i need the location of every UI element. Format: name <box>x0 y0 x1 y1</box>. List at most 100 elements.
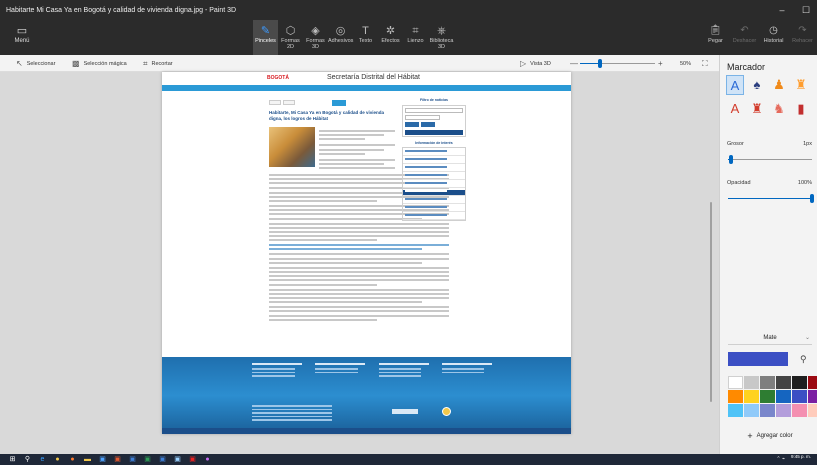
color-swatch[interactable] <box>808 404 817 417</box>
paste-icon: 📋︎ <box>709 25 722 36</box>
canvas-icon: ⌗ <box>412 25 419 37</box>
color-swatch[interactable] <box>728 404 743 417</box>
tool-shapes-3d[interactable]: ◈ Formas 3D <box>303 20 328 55</box>
outlook-icon[interactable]: ▣ <box>158 455 167 464</box>
tool-library-3d[interactable]: ⎈ Biblioteca 3D <box>428 20 455 55</box>
minimize-icon[interactable]: – <box>775 5 789 15</box>
canvas-area[interactable]: BOGOTÁ Secretaría Distrital del Hábitat … <box>0 72 719 454</box>
canvas-image[interactable]: BOGOTÁ Secretaría Distrital del Hábitat … <box>162 72 571 434</box>
brush-panel: Marcador A ♠ ♟ ♜ A ♜ ♞ ▮ Grosor 1px Opac… <box>719 55 817 454</box>
color-swatch[interactable] <box>760 404 775 417</box>
excel-icon[interactable]: ▣ <box>143 455 152 464</box>
search-icon[interactable]: ⚲ <box>23 455 32 464</box>
pencil-icon[interactable]: ♜ <box>748 99 766 119</box>
color-swatch[interactable] <box>760 376 775 389</box>
opacidad-slider-thumb[interactable] <box>810 194 814 203</box>
store-icon[interactable]: ▣ <box>98 455 107 464</box>
pixel-pen-icon[interactable]: A <box>726 99 744 119</box>
crop-icon: ⌗ <box>143 58 148 68</box>
fit-screen-button[interactable]: ⛶ <box>702 55 708 72</box>
finish-dropdown[interactable]: Mate ⌄ <box>728 331 812 345</box>
finish-value: Mate <box>763 334 777 341</box>
firefox-icon[interactable]: ● <box>68 455 77 464</box>
color-swatch[interactable] <box>776 376 791 389</box>
web-photo-caption <box>319 130 395 171</box>
web-tabs <box>269 100 295 105</box>
ribbon-tools: ✎ Pinceles ⬡ Formas 2D ◈ Formas 3D ◎ Adh… <box>253 20 455 55</box>
marker-brush-icon[interactable]: A <box>726 75 744 95</box>
menu-button[interactable]: ▭ Menú <box>8 24 36 44</box>
explorer-icon[interactable]: ▬ <box>83 455 92 464</box>
title-bar: Habitarte Mi Casa Ya en Bogotá y calidad… <box>0 0 817 20</box>
text-icon: T <box>362 25 369 37</box>
tool-label: Formas 3D <box>306 38 325 50</box>
add-color-button[interactable]: + Agregar color <box>728 428 812 443</box>
web-article-title: Habitarte, Mi Casa Ya en Bogotá y calida… <box>269 110 384 121</box>
edge-icon[interactable]: e <box>38 455 47 464</box>
opacidad-slider-fill <box>728 198 812 199</box>
watercolor-icon[interactable]: ♜ <box>792 75 810 95</box>
tool-effects[interactable]: ✲ Efectos <box>378 20 403 55</box>
web-badge <box>332 100 346 106</box>
color-swatch[interactable] <box>776 404 791 417</box>
system-tray[interactable]: ⌃ ⌁ <box>776 456 785 462</box>
eraser-icon[interactable]: ♞ <box>770 99 788 119</box>
redo-button[interactable]: ↷ Rehacer <box>788 20 817 55</box>
grosor-value[interactable]: 1px <box>782 141 812 147</box>
history-button[interactable]: ◷ Historial <box>759 20 788 55</box>
color-swatch[interactable] <box>808 390 817 403</box>
color-swatch[interactable] <box>760 390 775 403</box>
color-swatch[interactable] <box>792 376 807 389</box>
select-button[interactable]: ↖ Seleccionar <box>16 55 55 72</box>
calligraphy-pen-icon[interactable]: ♠ <box>748 75 766 95</box>
crop-label: Recortar <box>151 60 173 67</box>
grosor-slider-thumb[interactable] <box>729 155 734 164</box>
crop-button[interactable]: ⌗ Recortar <box>143 55 173 72</box>
color-swatch[interactable] <box>744 390 759 403</box>
view-3d-button[interactable]: ▷ Vista 3D <box>520 55 551 72</box>
taskbar-clock[interactable]: 9:45 p. m. <box>791 454 811 460</box>
opacidad-slider[interactable] <box>728 194 814 203</box>
color-swatch[interactable] <box>792 404 807 417</box>
photos-icon[interactable]: ▣ <box>173 455 182 464</box>
color-palette <box>728 376 817 417</box>
acrobat-icon[interactable]: ▣ <box>188 455 197 464</box>
tool-brushes[interactable]: ✎ Pinceles <box>253 20 278 55</box>
zoom-slider-thumb[interactable] <box>598 59 603 68</box>
web-tab <box>269 100 281 105</box>
windows-start-icon[interactable]: ⊞ <box>8 455 17 464</box>
paint3d-icon[interactable]: ● <box>203 455 212 464</box>
color-swatch[interactable] <box>792 390 807 403</box>
color-swatch[interactable] <box>776 390 791 403</box>
undo-button[interactable]: ↶ Deshacer <box>730 20 759 55</box>
current-color-swatch[interactable] <box>728 352 788 366</box>
color-swatch[interactable] <box>808 376 817 389</box>
paste-button[interactable]: 📋︎ Pegar <box>701 20 730 55</box>
eyedropper-icon[interactable]: ⚲ <box>800 354 807 365</box>
color-swatch[interactable] <box>744 404 759 417</box>
tool-canvas[interactable]: ⌗ Lienzo <box>403 20 428 55</box>
color-swatch[interactable] <box>728 390 743 403</box>
chevron-down-icon: ⌄ <box>804 335 810 341</box>
magic-select-icon: ▩ <box>72 59 80 68</box>
magic-select-button[interactable]: ▩ Selección mágica <box>72 55 127 72</box>
zoom-out-button[interactable]: — <box>570 55 578 72</box>
color-swatch[interactable] <box>728 376 743 389</box>
opacidad-value[interactable]: 100% <box>782 180 812 186</box>
maximize-icon[interactable]: ☐ <box>799 5 813 16</box>
library-3d-icon: ⎈ <box>437 25 446 37</box>
powerpoint-icon[interactable]: ▣ <box>113 455 122 464</box>
oil-brush-icon[interactable]: ♟ <box>770 75 788 95</box>
word-icon[interactable]: ▣ <box>128 455 137 464</box>
grosor-slider[interactable] <box>728 155 812 164</box>
color-swatch[interactable] <box>744 376 759 389</box>
tool-shapes-2d[interactable]: ⬡ Formas 2D <box>278 20 303 55</box>
tool-text[interactable]: T Texto <box>353 20 378 55</box>
chrome-icon[interactable]: ● <box>53 455 62 464</box>
zoom-slider[interactable] <box>580 59 655 68</box>
crayon-icon[interactable]: ▮ <box>792 99 810 119</box>
tool-stickers[interactable]: ◎ Adhesivos <box>328 20 353 55</box>
vertical-scrollbar[interactable] <box>710 202 712 402</box>
zoom-in-button[interactable]: + <box>658 55 663 72</box>
tool-label: Efectos <box>381 38 400 44</box>
